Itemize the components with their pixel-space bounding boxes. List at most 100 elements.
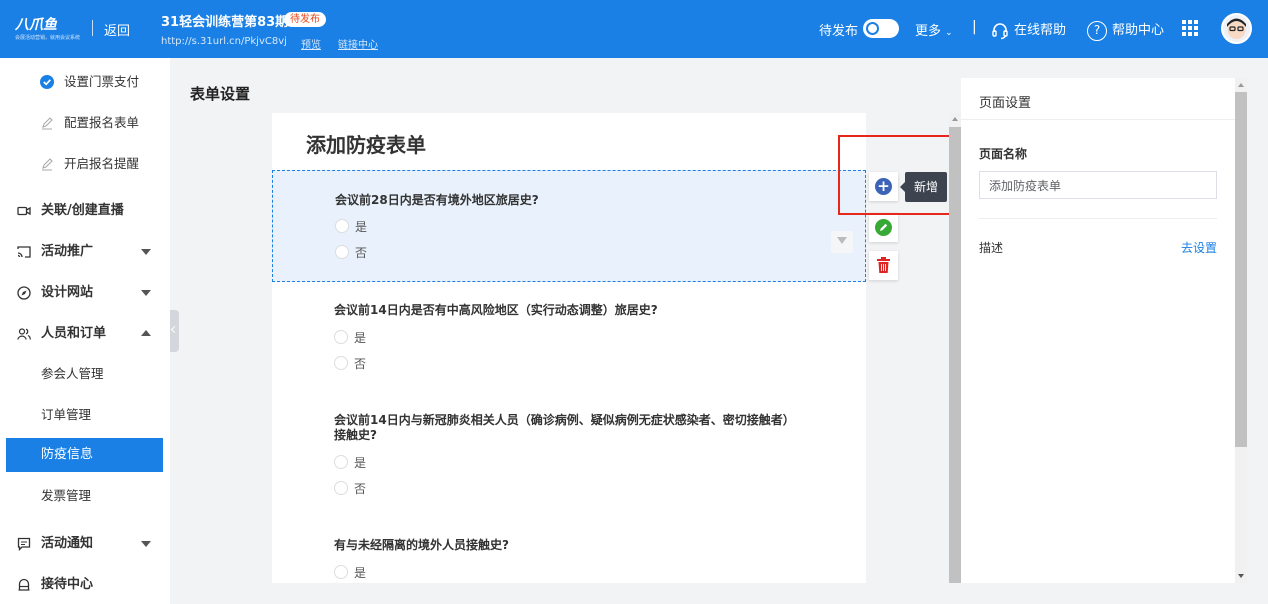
edit-question-button[interactable] <box>869 213 898 242</box>
chevron-down-icon <box>141 290 151 296</box>
sidebar-item-registration-reminder[interactable]: 开启报名提醒 <box>0 147 170 181</box>
sidebar-item-label: 发票管理 <box>41 488 92 503</box>
option-label: 是 <box>354 331 367 345</box>
setup-description-link[interactable]: 去设置 <box>1181 239 1217 256</box>
sidebar-item-live-stream[interactable]: 关联/创建直播 <box>0 194 170 228</box>
delete-question-button[interactable] <box>869 251 898 280</box>
question-block[interactable]: 会议前14日内与新冠肺炎相关人员（确诊病例、疑似病例无症状感染者、密切接触者）接… <box>272 394 866 518</box>
more-label: 更多 <box>915 24 942 39</box>
publish-status-label: 待发布 <box>819 24 859 39</box>
page-name-input[interactable] <box>979 171 1217 199</box>
question-label: 有与未经隔离的境外人员接触史? <box>334 538 509 552</box>
radio-option[interactable]: 否 <box>334 355 366 372</box>
chevron-down-icon <box>141 249 151 255</box>
sidebar-item-label: 开启报名提醒 <box>64 156 140 171</box>
question-block[interactable]: 有与未经隔离的境外人员接触史? 是 <box>272 518 866 583</box>
radio-circle-icon <box>334 356 348 370</box>
question-label: 会议前14日内是否有中高风险地区（实行动态调整）旅居史? <box>334 303 658 317</box>
header-separator: | <box>972 19 977 35</box>
sidebar-item-people-orders[interactable]: 人员和订单 <box>0 317 170 351</box>
sidebar-item-notifications[interactable]: 活动通知 <box>0 527 170 561</box>
question-mark-icon: ? <box>1087 20 1107 41</box>
form-scrollbar[interactable] <box>949 113 961 583</box>
radio-option[interactable]: 是 <box>335 218 367 235</box>
event-url: http://s.31url.cn/PkjvC8vj <box>161 36 287 47</box>
sidebar-item-epidemic-info[interactable]: 防疫信息 <box>6 438 163 472</box>
sidebar-item-attendees[interactable]: 参会人管理 <box>0 357 170 391</box>
radio-circle-icon <box>335 219 349 233</box>
sidebar-item-label: 关联/创建直播 <box>41 203 124 218</box>
sidebar-item-label: 设计网站 <box>41 285 94 300</box>
user-avatar[interactable] <box>1221 13 1252 44</box>
sidebar-item-label: 订单管理 <box>41 407 92 422</box>
publish-toggle[interactable] <box>863 19 899 38</box>
sidebar-item-ticket-payment[interactable]: 设置门票支付 <box>0 65 170 99</box>
link-center-link[interactable]: 链接中心 <box>338 36 378 51</box>
sidebar-item-registration-form[interactable]: 配置报名表单 <box>0 106 170 140</box>
sidebar-item-label: 防疫信息 <box>41 447 94 462</box>
cast-icon <box>17 246 31 258</box>
radio-circle-icon <box>334 455 348 469</box>
form-title: 添加防疫表单 <box>306 133 426 157</box>
back-button[interactable]: 返回 <box>104 20 130 39</box>
logo[interactable]: 八爪鱼 会展活动营销，就用会议系统 <box>15 14 83 44</box>
toggle-knob <box>866 22 879 35</box>
sidebar-item-label: 设置门票支付 <box>64 74 140 89</box>
pencil-icon <box>42 158 53 171</box>
question-block[interactable]: 会议前28日内是否有境外地区旅居史? 是 否 <box>272 170 866 282</box>
pencil-icon <box>875 219 892 236</box>
sidebar-item-label: 人员和订单 <box>41 326 107 341</box>
reception-icon <box>18 578 30 591</box>
event-title: 31轻会训练营第83期 <box>161 15 289 30</box>
sidebar-collapse-handle[interactable] <box>170 310 179 352</box>
radio-option[interactable]: 是 <box>334 564 366 581</box>
top-header: 八爪鱼 会展活动营销，就用会议系统 返回 31轻会训练营第83期 待发布 htt… <box>0 0 1268 58</box>
radio-option[interactable]: 是 <box>334 454 366 471</box>
check-circle-icon <box>40 75 54 89</box>
pencil-icon <box>42 117 53 130</box>
sidebar-item-label: 接待中心 <box>41 577 94 592</box>
section-title: 表单设置 <box>190 85 251 103</box>
option-label: 是 <box>355 220 368 234</box>
preview-link[interactable]: 预览 <box>301 36 321 51</box>
question-block[interactable]: 会议前14日内是否有中高风险地区（实行动态调整）旅居史? 是 否 <box>272 282 866 394</box>
scroll-up-arrow-icon <box>952 117 958 121</box>
radio-option[interactable]: 是 <box>334 329 366 346</box>
panel-scrollbar[interactable] <box>1235 78 1247 583</box>
more-menu[interactable]: 更多 ⌄ <box>915 20 953 39</box>
online-help-button[interactable]: 在线帮助 <box>991 19 1066 40</box>
question-label: 会议前14日内与新冠肺炎相关人员（确诊病例、疑似病例无症状感染者、密切接触者）接… <box>334 413 795 442</box>
radio-option[interactable]: 否 <box>335 244 367 261</box>
sidebar-item-label: 配置报名表单 <box>64 115 140 130</box>
radio-option[interactable]: 否 <box>334 480 366 497</box>
radio-circle-icon <box>334 330 348 344</box>
people-icon <box>17 328 31 340</box>
form-canvas: 添加防疫表单 会议前28日内是否有境外地区旅居史? 是 否 会议前14日内是否有… <box>272 113 866 583</box>
radio-circle-icon <box>335 245 349 259</box>
sidebar-item-promotion[interactable]: 活动推广 <box>0 235 170 269</box>
compass-icon <box>17 286 31 300</box>
apps-grid-icon[interactable] <box>1182 20 1198 36</box>
chevron-down-icon <box>141 541 151 547</box>
headset-icon <box>992 22 1008 39</box>
sidebar-item-invoices[interactable]: 发票管理 <box>0 479 170 513</box>
scrollbar-thumb[interactable] <box>949 127 961 583</box>
option-label: 是 <box>354 566 367 580</box>
sidebar: 设置门票支付 配置报名表单 开启报名提醒 关联/创建直播 活动推广 设计网站 人… <box>0 58 170 604</box>
sidebar-item-design-website[interactable]: 设计网站 <box>0 276 170 310</box>
sidebar-item-orders[interactable]: 订单管理 <box>0 398 170 432</box>
message-icon <box>17 537 31 551</box>
description-label: 描述 <box>979 241 1004 255</box>
help-center-label: 帮助中心 <box>1112 23 1165 38</box>
move-down-button[interactable] <box>831 231 853 253</box>
help-center-button[interactable]: ? 帮助中心 <box>1087 19 1164 41</box>
option-label: 否 <box>355 246 368 260</box>
trash-icon <box>877 257 890 273</box>
avatar-face-icon <box>1227 18 1246 39</box>
scroll-up-arrow-icon <box>1238 83 1244 87</box>
video-camera-icon <box>17 206 31 216</box>
sidebar-item-reception[interactable]: 接待中心 <box>0 568 170 602</box>
chevron-up-icon <box>141 330 151 336</box>
scrollbar-thumb[interactable] <box>1235 92 1247 447</box>
status-badge: 待发布 <box>284 12 326 27</box>
